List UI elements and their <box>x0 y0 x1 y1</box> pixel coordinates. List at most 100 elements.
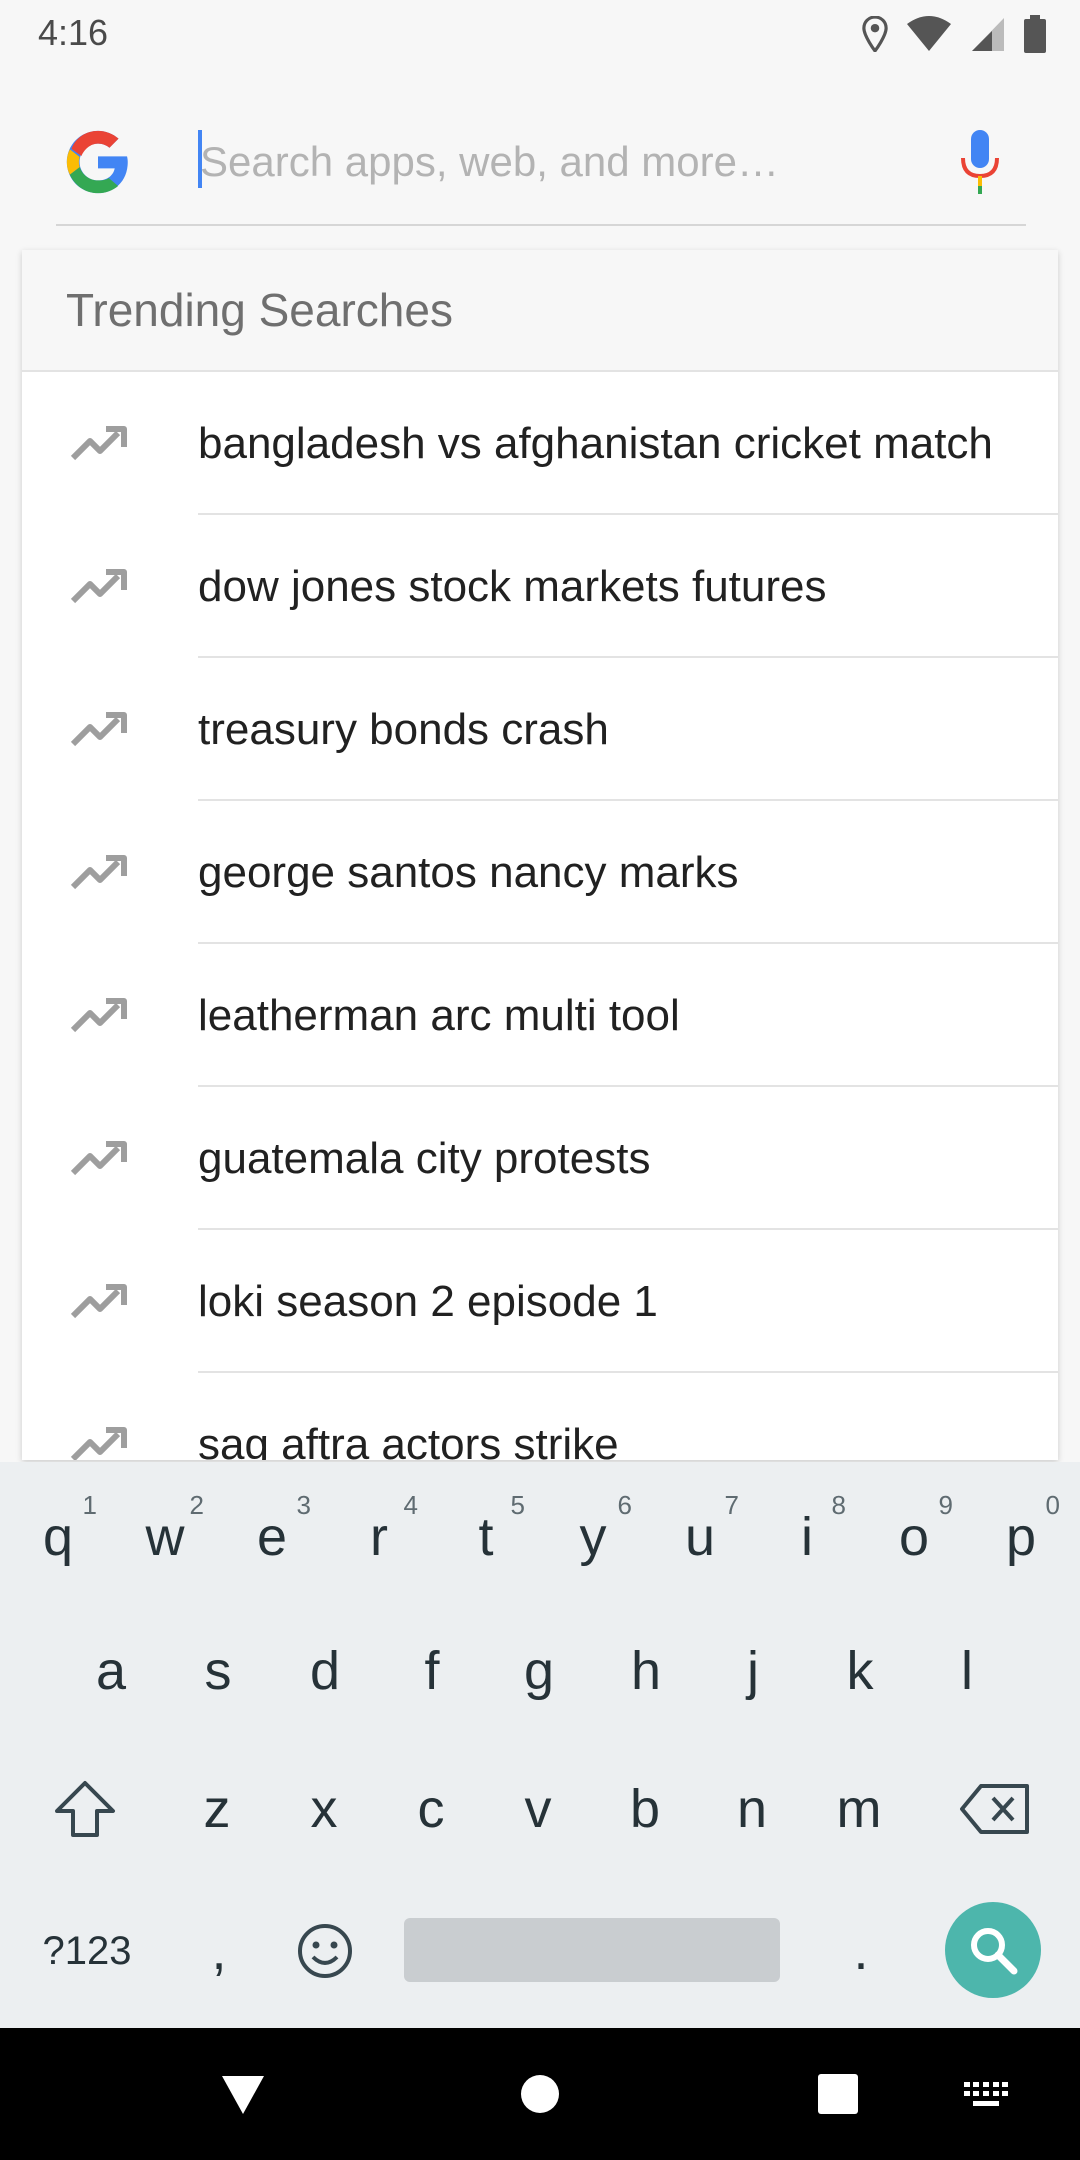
key-q[interactable]: q1 <box>5 1472 111 1602</box>
key-o[interactable]: o9 <box>861 1472 967 1602</box>
keyboard: q1w2e3r4t5y6u7i8o9p0 asdfghjkl zxcvbnm ?… <box>0 1462 1080 2028</box>
key-label: t <box>478 1507 494 1567</box>
home-icon[interactable] <box>520 2074 560 2114</box>
trending-item-label: treasury bonds crash <box>198 704 609 754</box>
trending-up-icon <box>70 568 127 603</box>
trending-title: Trending Searches <box>66 284 453 336</box>
key-hint: 4 <box>403 1490 418 1520</box>
key-r[interactable]: r4 <box>326 1472 432 1602</box>
key-y[interactable]: y6 <box>540 1472 646 1602</box>
key-l[interactable]: l <box>914 1606 1020 1736</box>
key-label: u <box>684 1507 716 1567</box>
key-d[interactable]: d <box>272 1606 378 1736</box>
trending-item[interactable]: george santos nancy marks <box>22 801 1058 944</box>
key-hint: 9 <box>938 1490 953 1520</box>
location-icon <box>862 16 888 52</box>
trending-up-icon <box>70 711 127 746</box>
status-bar: 4:16 <box>0 0 1080 66</box>
wifi-icon <box>907 16 951 51</box>
key-label: e <box>256 1507 288 1567</box>
key-hint: 5 <box>510 1490 525 1520</box>
symbols-key[interactable]: ?123 <box>32 1886 142 2016</box>
key-hint: 2 <box>189 1490 204 1520</box>
text-cursor <box>198 130 202 188</box>
trending-up-icon <box>70 1283 127 1318</box>
key-h[interactable]: h <box>593 1606 699 1736</box>
key-t[interactable]: t5 <box>433 1472 539 1602</box>
status-icons <box>844 14 1046 54</box>
key-v[interactable]: v <box>485 1744 591 1874</box>
key-p[interactable]: p0 <box>968 1472 1074 1602</box>
backspace-key[interactable] <box>942 1744 1048 1874</box>
shift-key[interactable] <box>32 1744 138 1874</box>
keyboard-switch-icon[interactable] <box>964 2082 1008 2108</box>
trending-up-icon <box>70 997 127 1032</box>
keyboard-row-1: q1w2e3r4t5y6u7i8o9p0 <box>0 1472 1080 1602</box>
trending-item-label: guatemala city protests <box>198 1133 651 1183</box>
trending-item[interactable]: dow jones stock markets futures <box>22 515 1058 658</box>
backspace-icon <box>960 1784 1029 1834</box>
key-x[interactable]: x <box>271 1744 377 1874</box>
key-c[interactable]: c <box>378 1744 484 1874</box>
key-f[interactable]: f <box>379 1606 485 1736</box>
keyboard-row-2: asdfghjkl <box>0 1606 1080 1736</box>
emoji-key[interactable] <box>272 1886 378 2016</box>
key-u[interactable]: u7 <box>647 1472 753 1602</box>
recents-icon[interactable] <box>818 2074 858 2114</box>
back-icon[interactable] <box>220 2074 266 2116</box>
google-g-icon <box>66 130 128 194</box>
key-j[interactable]: j <box>700 1606 806 1736</box>
key-label: w <box>145 1507 185 1567</box>
key-w[interactable]: w2 <box>112 1472 218 1602</box>
trending-item-label: loki season 2 episode 1 <box>198 1276 658 1326</box>
key-n[interactable]: n <box>699 1744 805 1874</box>
key-hint: 0 <box>1045 1490 1060 1520</box>
trending-item[interactable]: treasury bonds crash <box>22 658 1058 801</box>
space-key[interactable] <box>404 1918 780 1982</box>
shift-icon <box>55 1781 115 1837</box>
key-k[interactable]: k <box>807 1606 913 1736</box>
navigation-bar <box>0 2028 1080 2160</box>
key-hint: 8 <box>831 1490 846 1520</box>
trending-item[interactable]: guatemala city protests <box>22 1087 1058 1230</box>
trending-item[interactable]: loki season 2 episode 1 <box>22 1230 1058 1373</box>
search-underline <box>56 224 1026 226</box>
key-hint: 3 <box>296 1490 311 1520</box>
cell-signal-icon <box>972 18 1004 51</box>
search-bar <box>0 100 1080 230</box>
trending-item[interactable]: sag aftra actors strike <box>22 1373 1058 1460</box>
key-label: r <box>370 1507 388 1567</box>
key-a[interactable]: a <box>58 1606 164 1736</box>
key-e[interactable]: e3 <box>219 1472 325 1602</box>
trending-item[interactable]: bangladesh vs afghanistan cricket match <box>22 372 1058 515</box>
key-s[interactable]: s <box>165 1606 271 1736</box>
keyboard-row-3: zxcvbnm <box>0 1744 1080 1874</box>
search-action-key[interactable] <box>945 1902 1041 1998</box>
trending-up-icon <box>70 854 127 889</box>
key-b[interactable]: b <box>592 1744 698 1874</box>
key-label: q <box>42 1507 74 1567</box>
key-m[interactable]: m <box>806 1744 912 1874</box>
trending-item-label: bangladesh vs afghanistan cricket match <box>198 418 993 468</box>
trending-up-icon <box>70 425 127 460</box>
emoji-icon <box>298 1924 352 1978</box>
key-hint: 6 <box>617 1490 632 1520</box>
trending-up-icon <box>70 1140 127 1175</box>
trending-card: Trending Searches bangladesh vs afghanis… <box>22 250 1058 1460</box>
search-input[interactable] <box>200 120 920 204</box>
trending-item-label: george santos nancy marks <box>198 847 739 897</box>
key-hint: 7 <box>724 1490 739 1520</box>
comma-key[interactable]: , <box>166 1886 272 2016</box>
key-g[interactable]: g <box>486 1606 592 1736</box>
trending-item[interactable]: leatherman arc multi tool <box>22 944 1058 1087</box>
trending-up-icon <box>70 1426 127 1460</box>
trending-list: bangladesh vs afghanistan cricket match d… <box>22 372 1058 1460</box>
key-i[interactable]: i8 <box>754 1472 860 1602</box>
trending-item-label: leatherman arc multi tool <box>198 990 680 1040</box>
key-hint: 1 <box>82 1490 97 1520</box>
battery-icon <box>1024 15 1046 53</box>
mic-icon[interactable] <box>957 128 1003 196</box>
period-key[interactable]: . <box>808 1886 914 2016</box>
search-icon <box>971 1928 1018 1975</box>
key-z[interactable]: z <box>164 1744 270 1874</box>
